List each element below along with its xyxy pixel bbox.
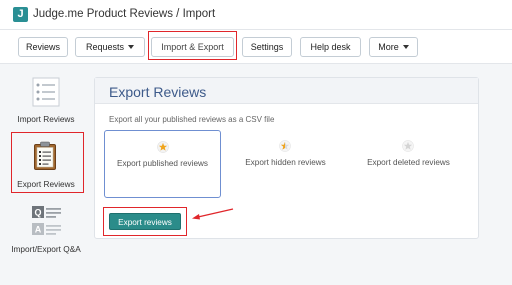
help-desk-button-label: Help desk [310, 42, 351, 52]
option-export-hidden[interactable]: Export hidden reviews [227, 130, 344, 198]
settings-button-label: Settings [250, 42, 284, 52]
sidebar-item-label: Import Reviews [17, 114, 75, 124]
panel-subtitle: Export all your published reviews as a C… [109, 115, 275, 124]
svg-text:Q: Q [34, 208, 41, 218]
star-gold-icon [157, 141, 169, 153]
more-dropdown-label: More [378, 42, 399, 52]
sidebar-item-import-reviews[interactable]: Import Reviews [0, 77, 92, 127]
option-label: Export hidden reviews [245, 158, 326, 167]
panel-header: Export Reviews [95, 78, 478, 104]
help-desk-button[interactable]: Help desk [300, 37, 361, 57]
more-dropdown[interactable]: More [369, 37, 418, 57]
star-grey-icon [402, 140, 414, 152]
option-export-deleted[interactable]: Export deleted reviews [350, 130, 467, 198]
settings-button[interactable]: Settings [242, 37, 292, 57]
option-label: Export published reviews [116, 159, 209, 168]
chevron-down-icon [402, 45, 409, 49]
reviews-button-label: Reviews [25, 42, 60, 52]
import-export-button-label: Import & Export [161, 42, 224, 52]
arrow-icon [192, 208, 234, 220]
reviews-button[interactable]: Reviews [18, 37, 68, 57]
star-half-icon [279, 140, 291, 152]
sidebar-item-label: Export Reviews [17, 179, 75, 189]
list-icon [32, 77, 60, 107]
requests-dropdown-label: Requests [85, 42, 125, 52]
app-header: J Judge.me Product Reviews / Import [0, 0, 512, 30]
judgeme-logo-icon: J [13, 7, 28, 22]
panel-title: Export Reviews [109, 84, 207, 100]
qa-icon: Q A [32, 206, 61, 235]
svg-text:A: A [35, 225, 42, 235]
export-reviews-button[interactable]: Export reviews [109, 213, 181, 230]
chevron-down-icon [128, 45, 135, 49]
import-export-button[interactable]: Import & Export [151, 37, 234, 57]
sidebar-item-label: Import/Export Q&A [11, 244, 81, 254]
sidebar-item-export-reviews[interactable]: Export Reviews [0, 138, 92, 192]
main-nav: Reviews Requests Import & Export Setting… [0, 30, 512, 64]
clipboard-icon [34, 141, 56, 170]
option-label: Export deleted reviews [367, 158, 450, 167]
page-breadcrumb: Judge.me Product Reviews / Import [33, 8, 216, 20]
sidebar-item-import-export-qa[interactable]: Q A Import/Export Q&A [0, 205, 92, 260]
requests-dropdown[interactable]: Requests [75, 37, 145, 57]
option-export-published[interactable]: Export published reviews [104, 130, 221, 198]
